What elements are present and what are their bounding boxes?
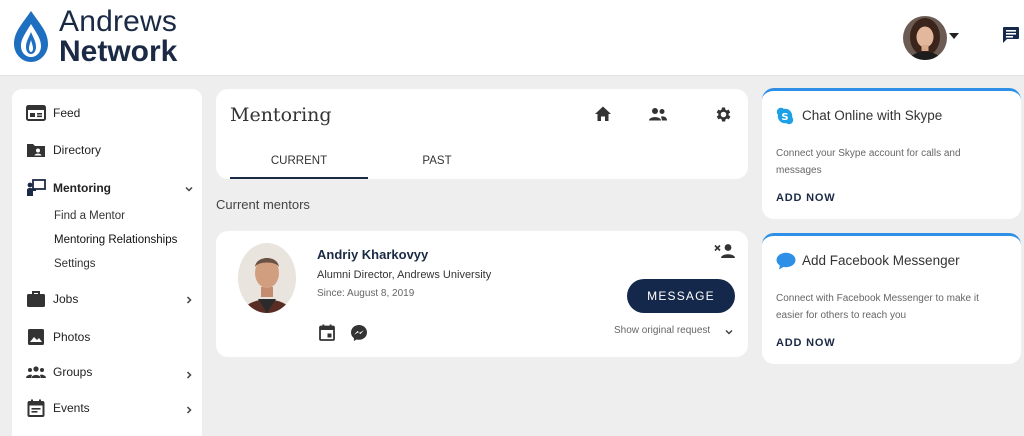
groups-icon xyxy=(26,363,46,381)
sidebar-subitem-settings[interactable]: Settings xyxy=(54,258,96,270)
sidebar-item-label: Directory xyxy=(53,143,102,157)
account-caret-icon[interactable] xyxy=(949,33,959,39)
skype-card-title: Chat Online with Skype xyxy=(802,108,943,123)
skype-add-now-button[interactable]: ADD NOW xyxy=(776,192,835,204)
chevron-right-icon[interactable] xyxy=(184,295,194,305)
skype-card: S Chat Online with Skype Connect your Sk… xyxy=(762,88,1021,219)
chevron-right-icon[interactable] xyxy=(184,370,194,380)
sidebar-item-label: Feed xyxy=(53,106,81,120)
sidebar-item-groups[interactable]: Groups xyxy=(26,361,92,383)
mentor-name[interactable]: Andriy Kharkovyy xyxy=(317,247,428,262)
sidebar-item-label: Jobs xyxy=(53,292,79,306)
tab-past[interactable]: PAST xyxy=(368,155,506,167)
directory-icon xyxy=(26,141,46,159)
feed-icon xyxy=(26,104,46,122)
remove-mentor-icon[interactable] xyxy=(714,243,736,259)
photos-icon xyxy=(26,328,46,346)
message-button[interactable]: MESSAGE xyxy=(627,279,735,313)
sidebar-item-label: Events xyxy=(53,401,90,415)
skype-card-description: Connect your Skype account for calls and… xyxy=(776,148,961,176)
facebook-messenger-card: Add Facebook Messenger Connect with Face… xyxy=(762,233,1021,364)
skype-icon: S xyxy=(776,107,794,125)
mentor-since-date: Since: August 8, 2019 xyxy=(317,288,415,299)
brand-name-line2[interactable]: Network xyxy=(59,36,177,68)
calendar-icon[interactable] xyxy=(319,324,335,341)
messenger-card-description: Connect with Facebook Messenger to make … xyxy=(776,293,979,321)
left-sidebar: Feed Directory Mentoring Find a Mentor M… xyxy=(12,89,202,436)
mentor-role: Alumni Director, Andrews University xyxy=(317,269,492,281)
sidebar-item-directory[interactable]: Directory xyxy=(26,139,101,161)
gear-icon[interactable] xyxy=(714,105,733,124)
chat-icon[interactable] xyxy=(1002,26,1020,44)
chevron-down-icon[interactable] xyxy=(724,327,734,337)
people-icon[interactable] xyxy=(648,107,668,121)
sidebar-item-photos[interactable]: Photos xyxy=(26,326,90,348)
svg-text:S: S xyxy=(781,112,788,123)
mentor-photo[interactable] xyxy=(238,243,296,313)
show-original-request-link[interactable]: Show original request xyxy=(614,325,710,336)
sidebar-item-label: Photos xyxy=(53,330,91,344)
mentor-card: Andriy Kharkovyy Alumni Director, Andrew… xyxy=(216,231,748,357)
messenger-card-title: Add Facebook Messenger xyxy=(802,253,960,268)
andrews-flame-logo-icon[interactable] xyxy=(12,10,50,64)
active-tab-indicator xyxy=(230,177,368,179)
chevron-right-icon[interactable] xyxy=(184,405,194,415)
home-icon[interactable] xyxy=(594,105,612,123)
top-bar: Andrews Network xyxy=(0,0,1024,76)
jobs-icon xyxy=(26,290,46,308)
sidebar-subitem-find-mentor[interactable]: Find a Mentor xyxy=(54,210,125,222)
sidebar-item-events[interactable]: Events xyxy=(26,397,90,419)
events-icon xyxy=(26,399,46,417)
chevron-down-icon[interactable] xyxy=(184,184,194,194)
mentoring-icon xyxy=(26,179,46,197)
sidebar-subitem-mentoring-relationships[interactable]: Mentoring Relationships xyxy=(54,234,177,246)
messenger-icon[interactable] xyxy=(350,324,368,342)
sidebar-item-mentoring[interactable]: Mentoring xyxy=(26,177,111,199)
brand-name-line1[interactable]: Andrews xyxy=(59,6,177,38)
mentoring-header-card: Mentoring CURRENT PAST xyxy=(216,89,748,179)
sidebar-item-label: Mentoring xyxy=(53,181,111,195)
user-avatar[interactable] xyxy=(903,16,947,60)
sidebar-item-jobs[interactable]: Jobs xyxy=(26,288,78,310)
messenger-add-now-button[interactable]: ADD NOW xyxy=(776,337,835,349)
section-heading-current-mentors: Current mentors xyxy=(216,197,310,212)
sidebar-item-label: Groups xyxy=(53,365,93,379)
tab-current[interactable]: CURRENT xyxy=(230,155,368,167)
sidebar-item-feed[interactable]: Feed xyxy=(26,102,80,124)
messenger-bubble-icon xyxy=(776,252,796,270)
page-title: Mentoring xyxy=(230,104,332,126)
